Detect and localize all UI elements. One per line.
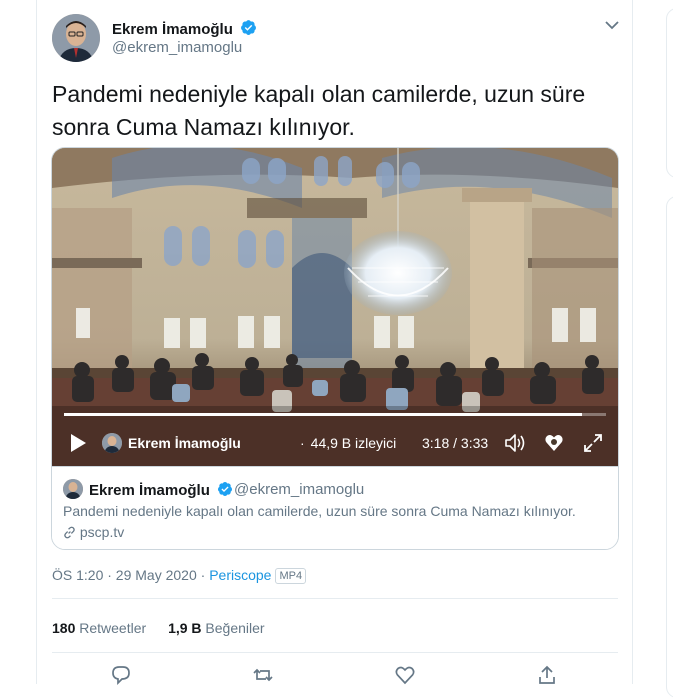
- card-author-handle: @ekrem_imamoglu: [234, 481, 365, 498]
- card-author-name: Ekrem İmamoğlu: [89, 481, 233, 499]
- volume-icon[interactable]: [503, 432, 527, 454]
- divider: [52, 598, 618, 599]
- video-time: 3:18 / 3:33: [422, 435, 489, 451]
- broadcaster-avatar: [102, 433, 122, 453]
- chevron-down-icon[interactable]: [603, 18, 621, 32]
- card-link[interactable]: pscp.tv: [63, 524, 124, 540]
- verified-icon: [218, 482, 233, 496]
- viewer-count: · 44,9 B izleyici: [300, 435, 397, 451]
- video-controls: Ekrem İmamoğlu · 44,9 B izleyici 3:18 / 3…: [52, 424, 618, 464]
- tweet-source[interactable]: Periscope: [209, 567, 271, 583]
- side-panel-card: [666, 8, 673, 178]
- broadcaster-name: Ekrem İmamoğlu: [128, 435, 241, 451]
- mp4-badge: MP4: [275, 568, 307, 584]
- tweet-stats: 180 Retweetler 1,9 B Beğeniler: [52, 620, 265, 636]
- card-text: Pandemi nedeniyle kapalı olan camilerde,…: [63, 503, 576, 519]
- retweets-count[interactable]: 180: [52, 620, 75, 636]
- retweet-icon[interactable]: [252, 664, 274, 686]
- reply-icon[interactable]: [110, 664, 132, 686]
- card-author-name-text: Ekrem İmamoğlu: [89, 482, 210, 499]
- video-progress-bar[interactable]: [64, 413, 606, 416]
- quoted-card[interactable]: Ekrem İmamoğlu @ekrem_imamoglu Pandemi n…: [52, 466, 618, 549]
- fullscreen-icon[interactable]: [582, 432, 604, 454]
- video-progress-fill: [64, 413, 582, 416]
- play-icon[interactable]: [68, 432, 88, 454]
- card-link-text[interactable]: pscp.tv: [80, 524, 124, 540]
- author-avatar[interactable]: [52, 14, 100, 62]
- divider: [52, 652, 618, 653]
- side-panel-card-2: [666, 196, 673, 698]
- verified-icon: [241, 20, 256, 35]
- tweet-timestamp[interactable]: ÖS 1:20 · 29 May 2020 ·: [52, 567, 209, 583]
- video-player[interactable]: Ekrem İmamoğlu · 44,9 B izleyici 3:18 / 3…: [52, 148, 618, 466]
- retweets-label[interactable]: Retweetler: [79, 620, 146, 636]
- card-avatar: [63, 479, 83, 499]
- author-handle[interactable]: @ekrem_imamoglu: [112, 39, 242, 56]
- tweet-actions: [52, 664, 618, 686]
- tweet-meta: ÖS 1:20 · 29 May 2020 · Periscope MP4: [52, 567, 307, 584]
- likes-stat[interactable]: 1,9 B Beğeniler: [168, 620, 265, 636]
- like-icon[interactable]: [394, 664, 416, 686]
- heart-icon[interactable]: [543, 432, 565, 454]
- share-icon[interactable]: [536, 664, 558, 686]
- media-card[interactable]: Ekrem İmamoğlu · 44,9 B izleyici 3:18 / 3…: [51, 147, 619, 550]
- video-frame-mosque-interior: [52, 148, 618, 466]
- author-name[interactable]: Ekrem İmamoğlu: [112, 19, 257, 38]
- likes-label[interactable]: Beğeniler: [205, 620, 264, 636]
- likes-count[interactable]: 1,9 B: [168, 620, 201, 636]
- retweets-stat[interactable]: 180 Retweetler: [52, 620, 146, 636]
- link-icon: [64, 526, 75, 539]
- tweet-text: Pandemi nedeniyle kapalı olan camilerde,…: [52, 81, 586, 140]
- author-name-text[interactable]: Ekrem İmamoğlu: [112, 21, 233, 38]
- viewer-count-text: 44,9 B izleyici: [310, 435, 397, 451]
